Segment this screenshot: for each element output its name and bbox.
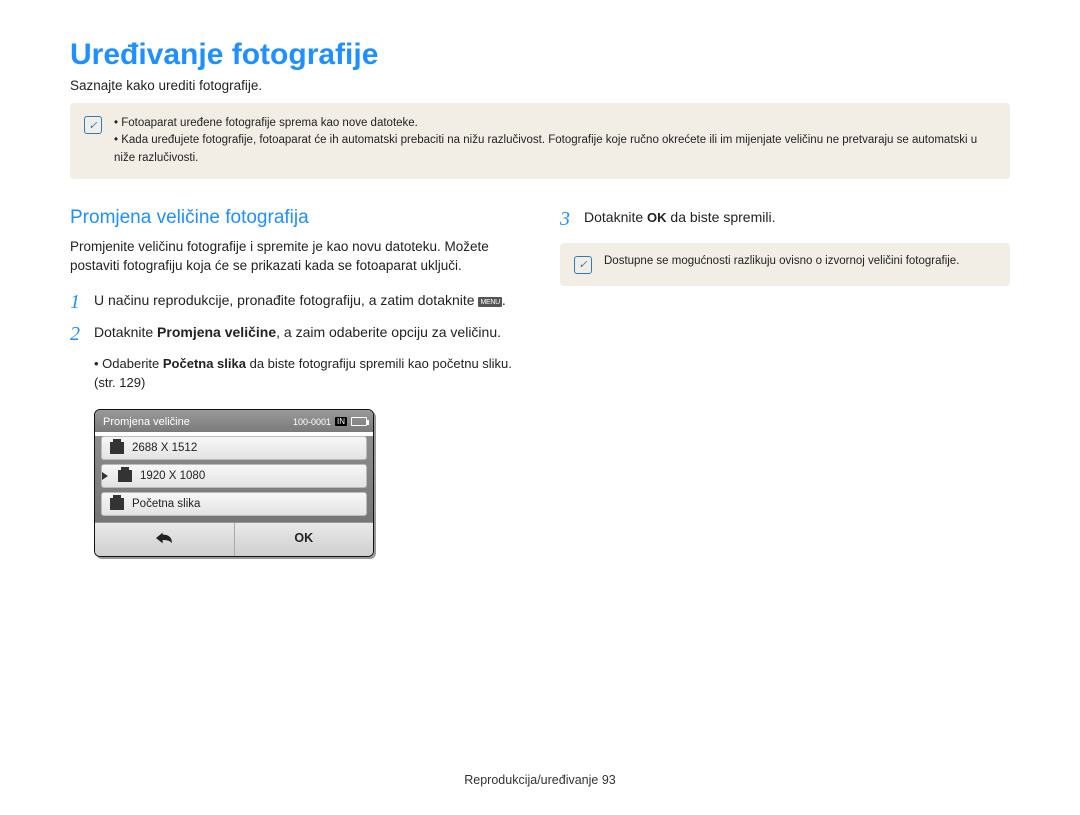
step-number: 2 [70, 322, 84, 344]
ok-inline-label: OK [647, 210, 667, 225]
resize-option-label: Početna slika [132, 498, 200, 510]
image-size-icon [118, 470, 132, 482]
camera-footer: OK [95, 522, 373, 556]
step-2: 2 Dotaknite Promjena veličine, a zaim od… [70, 322, 520, 344]
top-note-item: Kada uređujete fotografije, fotoaparat ć… [114, 132, 996, 167]
camera-status: 100-0001 IN [293, 417, 367, 427]
top-note-list: Fotoaparat uređene fotografije sprema ka… [114, 115, 996, 167]
resize-option[interactable]: Početna slika [101, 492, 367, 516]
resize-option[interactable]: 2688 X 1512 [101, 436, 367, 460]
back-button[interactable] [95, 523, 235, 556]
page-subtitle: Saznajte kako urediti fotografije. [70, 78, 1010, 93]
camera-title: Promjena veličine [103, 416, 190, 428]
in-chip: IN [335, 417, 347, 426]
resize-option-label: 1920 X 1080 [140, 470, 205, 482]
top-note-box: ✓ Fotoaparat uređene fotografije sprema … [70, 103, 1010, 179]
camera-counter: 100-0001 [293, 417, 331, 427]
start-image-icon [110, 498, 124, 510]
camera-list: 2688 X 1512 1920 X 1080 Početna slika [95, 436, 373, 522]
camera-header: Promjena veličine 100-0001 IN [95, 410, 373, 432]
battery-icon [351, 417, 367, 426]
resize-option-label: 2688 X 1512 [132, 442, 197, 454]
step-2-sub: Odaberite Početna slika da biste fotogra… [94, 354, 520, 393]
right-column: 3 Dotaknite OK da biste spremili. ✓ Dost… [560, 207, 1010, 557]
page-title: Uređivanje fotografije [70, 38, 1010, 72]
ok-button[interactable]: OK [235, 523, 374, 556]
section-heading: Promjena veličine fotografija [70, 207, 520, 229]
step-number: 1 [70, 290, 84, 312]
left-column: Promjena veličine fotografija Promjenite… [70, 207, 520, 557]
top-note-item: Fotoaparat uređene fotografije sprema ka… [114, 115, 996, 132]
step-1: 1 U načinu reprodukcije, pronađite fotog… [70, 290, 520, 312]
step-text: U načinu reprodukcije, pronađite fotogra… [94, 290, 506, 312]
info-icon: ✓ [84, 116, 102, 134]
selected-indicator-icon [102, 472, 108, 480]
menu-icon: MENU [478, 297, 501, 307]
step-3: 3 Dotaknite OK da biste spremili. [560, 207, 1010, 229]
step-text: Dotaknite OK da biste spremili. [584, 207, 775, 229]
step-number: 3 [560, 207, 574, 229]
right-note-text: Dostupne se mogućnosti razlikuju ovisno … [604, 255, 959, 274]
right-note-box: ✓ Dostupne se mogućnosti razlikuju ovisn… [560, 243, 1010, 286]
back-arrow-icon [156, 531, 172, 545]
info-icon: ✓ [574, 256, 592, 274]
resize-option[interactable]: 1920 X 1080 [101, 464, 367, 488]
camera-screenshot: Promjena veličine 100-0001 IN 2688 X 151… [94, 409, 374, 557]
step-text: Dotaknite Promjena veličine, a zaim odab… [94, 322, 501, 344]
page-footer: Reprodukcija/uređivanje 93 [0, 773, 1080, 787]
image-size-icon [110, 442, 124, 454]
section-intro: Promjenite veličinu fotografije i spremi… [70, 237, 520, 276]
